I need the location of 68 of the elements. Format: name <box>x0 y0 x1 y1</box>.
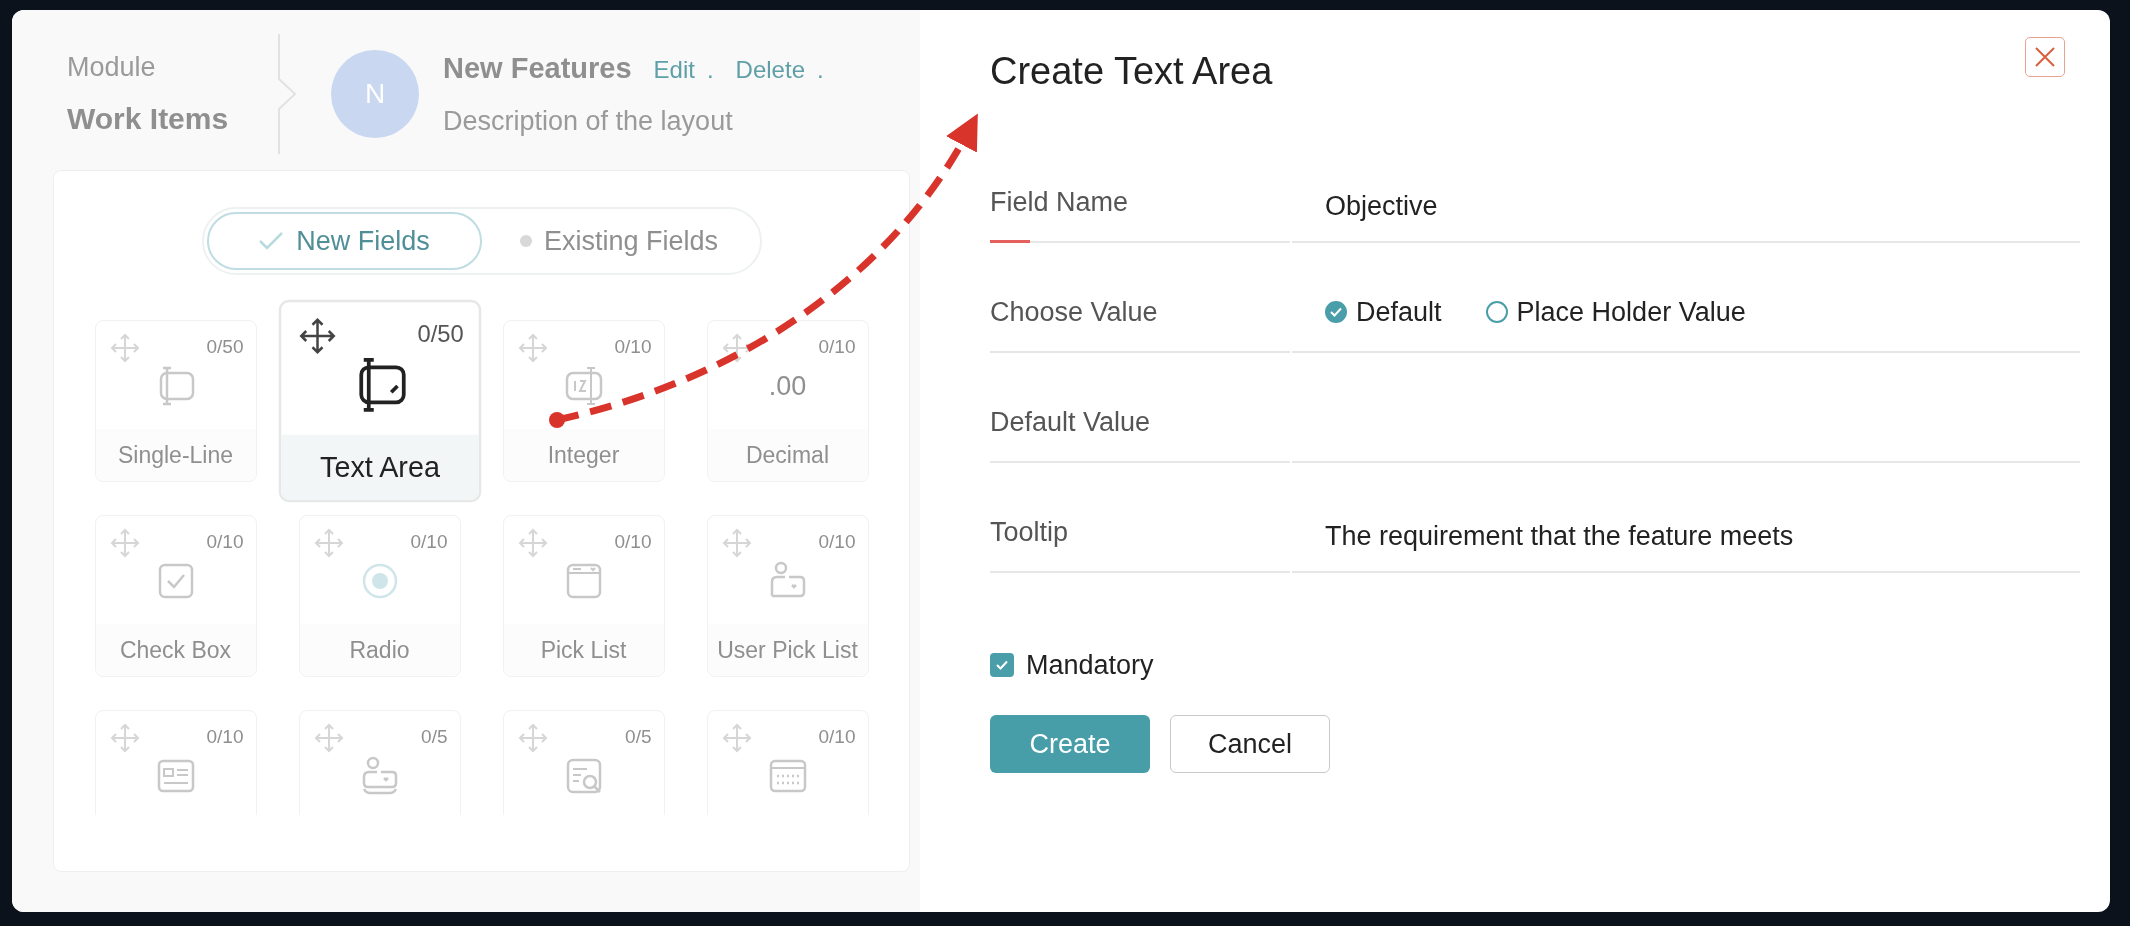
field-type-tile[interactable]: 0/10 .00 Decimal <box>706 320 869 482</box>
move-icon <box>721 528 752 558</box>
layout-name: New Features <box>443 51 632 86</box>
dialog-title: Create Text Area <box>990 49 1273 94</box>
field-tab[interactable]: Existing Fields <box>481 212 757 270</box>
move-icon <box>721 723 752 753</box>
move-icon <box>517 723 548 753</box>
move-icon <box>313 528 344 558</box>
field-count: 0/5 <box>421 725 448 749</box>
field-type-tile[interactable]: 0/10 <box>94 710 257 815</box>
field-count: 0/50 <box>206 335 244 359</box>
cancel-button[interactable]: Cancel <box>1170 715 1330 774</box>
field-count: 0/5 <box>625 725 652 749</box>
field-count: 0/10 <box>614 335 652 359</box>
field-tab[interactable]: New Fields <box>206 212 482 270</box>
field-type-tile[interactable]: 0/10 <box>706 710 869 815</box>
check-icon <box>1330 307 1342 318</box>
move-icon <box>313 723 344 753</box>
layout-description: Description of the layout <box>443 104 734 138</box>
breadcrumb-title: Work Items <box>67 100 230 137</box>
create-button[interactable]: Create <box>990 715 1150 774</box>
field-type-tile[interactable]: 0/50 Single-Line <box>94 320 257 482</box>
field-type-tile[interactable]: 0/10 User Pick List <box>706 515 869 677</box>
field-count: 0/10 <box>818 335 856 359</box>
field-label: Tooltip <box>990 516 1070 550</box>
field-type-tile[interactable]: 0/10 Check Box <box>94 515 257 677</box>
field-label: Choose Value <box>990 296 1159 330</box>
move-icon <box>109 723 140 753</box>
input-field[interactable]: The requirement that the feature meets <box>1325 516 2080 557</box>
move-icon <box>298 317 336 355</box>
field-count: 0/10 <box>818 530 856 554</box>
field-type-tile[interactable]: 0/10 Integer <box>502 320 665 482</box>
field-count: 0/10 <box>614 530 652 554</box>
radio-button[interactable] <box>1485 301 1508 324</box>
field-label: Default Value <box>990 406 1152 440</box>
mandatory-checkbox[interactable]: Mandatory <box>990 644 2080 686</box>
separator: . <box>817 55 824 85</box>
field-type-tile[interactable]: 0/10 Pick List <box>502 515 665 677</box>
field-type-tile[interactable]: 0/10 Radio <box>298 515 461 677</box>
field-type-tile[interactable]: 0/50 Text Area <box>278 299 481 503</box>
radio-option[interactable]: Default <box>1325 292 1442 333</box>
field-type-tile[interactable]: 0/5 <box>502 710 665 815</box>
dot-icon <box>519 235 532 247</box>
field-type-tile[interactable]: 0/5 <box>298 710 461 815</box>
close-icon <box>2034 46 2056 68</box>
separator: . <box>706 55 714 85</box>
field-count: 0/10 <box>818 725 856 749</box>
field-label: Field Name <box>990 186 1130 220</box>
check-icon <box>258 231 285 251</box>
move-icon <box>517 333 548 363</box>
move-icon <box>517 528 548 558</box>
move-icon <box>109 333 140 363</box>
input-field[interactable]: Objective <box>1325 186 2080 227</box>
radio-option[interactable]: Place Holder Value <box>1485 292 1746 333</box>
radio-button[interactable] <box>1325 301 1347 324</box>
breadcrumb-label: Module <box>67 51 157 85</box>
field-count: 0/10 <box>410 530 448 554</box>
check-icon <box>996 659 1008 670</box>
checkbox[interactable] <box>990 652 1014 677</box>
field-count: 0/50 <box>417 320 464 350</box>
field-count: 0/10 <box>206 725 244 749</box>
action-link[interactable]: Delete <box>735 52 805 88</box>
decimal-symbol: .00 <box>768 369 807 403</box>
action-link[interactable]: Edit <box>653 52 695 88</box>
close-button[interactable] <box>2025 37 2065 77</box>
field-count: 0/10 <box>206 530 244 554</box>
field-type-label: Text Area <box>280 434 479 500</box>
move-icon <box>109 528 140 558</box>
